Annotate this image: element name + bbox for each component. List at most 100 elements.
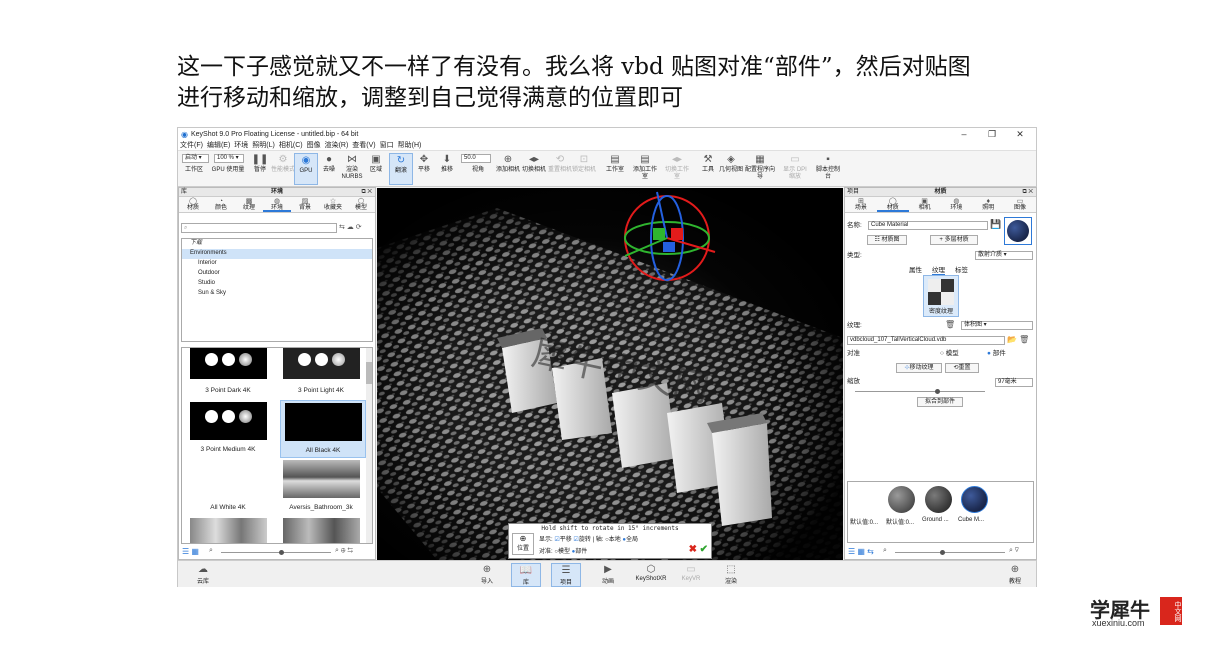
workspace-select[interactable]: 启动 ▾ [182,154,209,163]
tumble-button[interactable]: ↻ 翻滚 [389,153,413,185]
delete-texture-icon[interactable]: 🗑 [945,320,955,329]
thumbnail-size-slider[interactable] [221,552,331,553]
scale-slider[interactable] [855,391,985,392]
zoom-in-icon[interactable]: ⌕ ⊕ ⇆ [335,547,353,555]
workspace-button[interactable]: 工作区 [180,167,208,181]
switch-camera-button[interactable]: ◂▸ 切换相机 [522,153,546,185]
thumbnail-item[interactable]: 3 Point Medium 4K [188,402,268,457]
material-ball[interactable] [888,486,915,513]
material-name-input[interactable]: Cube Material [868,221,988,230]
save-icon[interactable]: 💾 [990,219,1001,230]
configurator-button[interactable]: ▦ 配置程序向导 [745,153,775,185]
scale-slider-knob[interactable] [935,389,940,394]
texture-file-input[interactable]: vdbcloud_107_TallVerticalCloud.vdb [847,336,1005,345]
nurbs-button[interactable]: ⋈ 渲染 NURBS [340,153,364,185]
align-model-radio[interactable]: ○ 模型 [940,349,959,358]
pan-button[interactable]: ✥ 平移 [412,153,436,185]
thumbnail-item[interactable]: All White 4K [188,460,268,515]
thumbnail-scrollbar[interactable] [366,348,372,543]
render-viewport[interactable]: 犀牛中文网 Hold shift to rotate in 15° increm… [377,188,843,560]
tab-textures[interactable]: ▩ 纹理 [235,197,263,212]
maximize-button[interactable]: ❐ [978,128,1006,140]
scale-input[interactable]: 97毫米 [995,378,1033,387]
fps-field[interactable]: 50.0 [461,154,491,163]
material-ball-selected[interactable] [961,486,988,513]
tab-camera[interactable]: ▣ 相机 [909,197,941,212]
tree-item-download[interactable]: 下载 [182,239,372,249]
position-button[interactable]: ⊕ 位置 [512,533,534,555]
cancel-icon[interactable]: ✖ [689,544,697,555]
view-mode-icon[interactable]: ☰ ▦ [182,547,199,556]
menu-help[interactable]: 帮助(H) [398,140,422,150]
subtab-properties[interactable]: 属性 [909,264,922,275]
thumbnail-item[interactable]: 3 Point Dark 4K [188,348,268,395]
material-preview[interactable] [1004,217,1032,245]
fit-to-part-button[interactable]: 拟合到部件 [917,397,963,407]
script-console-button[interactable]: ▪ 脚本控制台 [816,153,840,185]
menu-view[interactable]: 查看(V) [352,140,375,150]
panel-close-icon[interactable]: ⧉ ✕ [1022,188,1033,197]
zoom-in-icon[interactable]: ⌕ ⊽ [1009,547,1019,555]
type-select[interactable]: 散射介质 ▾ [975,251,1033,260]
keyshotxr-button[interactable]: ⬡ KeyShotXR [632,563,670,587]
fov-button[interactable]: 视角 [466,167,490,181]
menu-camera[interactable]: 相机(C) [279,140,303,150]
texture-type-select[interactable]: 体积图 ▾ [961,321,1033,330]
tools-button[interactable]: ⚒ 工具 [696,153,720,185]
tree-item-outdoor[interactable]: Outdoor [182,269,372,279]
tab-backgrounds[interactable]: ▨ 背景 [291,197,319,212]
region-button[interactable]: ▣ 区域 [364,153,388,185]
zoom-out-icon[interactable]: ⌕ [883,547,887,555]
material-ball[interactable] [925,486,952,513]
tab-image[interactable]: ▭ 图像 [1004,197,1036,212]
gpu-usage-button[interactable]: GPU 使用量 [209,167,247,181]
thumbnail-item[interactable]: 3 Point Light 4K [281,348,361,395]
density-texture-swatch[interactable]: 密度纹理 [923,275,959,317]
pause-button[interactable]: ❚❚ 暂停 [248,153,272,185]
confirm-icon[interactable]: ✔ [700,544,708,555]
tab-models[interactable]: ⬡ 模型 [347,197,375,212]
tree-item-sun-sky[interactable]: Sun & Sky [182,289,372,299]
tab-favorites[interactable]: ☆ 收藏夹 [319,197,347,212]
subtab-labels[interactable]: 标签 [955,264,968,275]
scrollbar-thumb[interactable] [366,362,372,384]
add-camera-button[interactable]: ⊕ 添加相机 [496,153,520,185]
menu-render[interactable]: 渲染(R) [325,140,349,150]
render-button[interactable]: ⬚ 渲染 [716,563,746,587]
geometry-view-button[interactable]: ◈ 几何视图 [719,153,743,185]
library-toggle-button[interactable]: 📖 库 [511,563,541,587]
view-mode-icon[interactable]: ☰ ▦ ⇆ [848,547,874,556]
dolly-button[interactable]: ⬇ 推移 [435,153,459,185]
subtab-textures[interactable]: 纹理 [932,264,945,275]
thumbnail-item[interactable] [281,518,361,543]
performance-mode-button[interactable]: ⚙ 性能模式 [271,153,295,185]
close-button[interactable]: ✕ [1006,128,1034,140]
project-toggle-button[interactable]: ☰ 项目 [551,563,581,587]
align-part-radio[interactable]: ● 部件 [987,349,1006,358]
keyvr-button[interactable]: ▭ KeyVR [676,563,706,587]
tutorial-button[interactable]: ⊕ 教程 [1000,563,1030,587]
cloud-library-button[interactable]: ☁ 云库 [188,563,218,587]
thumbnail-item-selected[interactable]: All Black 4K [280,400,366,458]
zoom-select[interactable]: 100 % ▾ [214,154,244,163]
tab-scene[interactable]: ⊞ 场景 [845,197,877,212]
menu-file[interactable]: 文件(F) [180,140,203,150]
add-studio-button[interactable]: ▤ 添加工作室 [633,153,657,185]
lock-camera-button[interactable]: ⊡ 锁定相机 [572,153,596,185]
reset-camera-button[interactable]: ⟲ 重置相机 [548,153,572,185]
menu-image[interactable]: 图像 [307,140,321,150]
menu-lighting[interactable]: 照明(L) [252,140,275,150]
thumbnail-item[interactable]: Aversis_Bathroom_3k [281,460,361,515]
material-size-slider[interactable] [895,552,1005,553]
tree-item-studio[interactable]: Studio [182,279,372,289]
menu-environment[interactable]: 环境 [234,140,248,150]
animation-button[interactable]: ▶ 动画 [593,563,623,587]
tab-materials[interactable]: ◯ 材质 [179,197,207,212]
thumbnail-item[interactable] [188,518,268,543]
multi-material-button[interactable]: + 多层材质 [930,235,978,245]
menu-edit[interactable]: 编辑(E) [207,140,230,150]
move-texture-button[interactable]: ⊹移动纹理 [896,363,942,373]
thumbnail-size-knob[interactable] [279,550,284,555]
reset-texture-button[interactable]: ⟲重置 [945,363,979,373]
tab-environments[interactable]: ◍ 环境 [263,197,291,212]
